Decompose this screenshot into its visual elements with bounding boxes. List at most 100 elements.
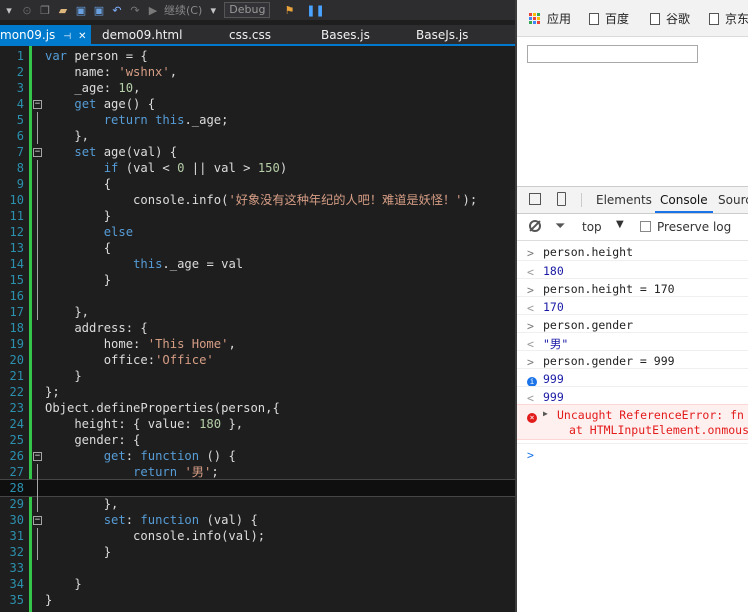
filter-icon[interactable]: ⏷	[555, 219, 565, 234]
code-line[interactable]: 6 },	[0, 128, 517, 144]
code-line[interactable]: 4 get age() {	[0, 96, 517, 112]
tab-mon09-js[interactable]: mon09.js ⊣ ✕	[0, 25, 91, 46]
tab-basejs-js[interactable]: BaseJs.js	[416, 25, 468, 46]
tab-sources[interactable]: Sources	[718, 187, 748, 213]
code-line[interactable]: 28	[0, 479, 517, 497]
code-line[interactable]: 2 name: 'wshnx',	[0, 64, 517, 80]
solution-config-select[interactable]: Debug	[224, 2, 271, 18]
page-icon	[709, 12, 719, 25]
code-line[interactable]: 5 return this._age;	[0, 112, 517, 128]
code-text: get: function () {	[103, 449, 236, 463]
code-line[interactable]: 14 this._age = val	[0, 256, 517, 272]
code-line[interactable]: 30 set: function (val) {	[0, 512, 517, 528]
code-line[interactable]: 7 set age(val) {	[0, 144, 517, 160]
save-all-icon[interactable]: ▣	[92, 3, 106, 17]
pin-icon[interactable]: ⊣	[63, 32, 71, 42]
bookmark-jd[interactable]: 京东	[709, 10, 748, 27]
code-line[interactable]: 25 gender: {	[0, 432, 517, 448]
code-line[interactable]: 22};	[0, 384, 517, 400]
context-select[interactable]: top	[582, 220, 602, 234]
line-number: 21	[9, 369, 24, 383]
code-text: else	[103, 225, 134, 239]
code-line[interactable]: 3 _age: 10,	[0, 80, 517, 96]
open-folder-icon[interactable]: ▰	[56, 3, 70, 17]
collapse-region-icon[interactable]: −	[33, 148, 42, 157]
code-line[interactable]: 11 }	[0, 208, 517, 224]
console-output-entry[interactable]: <170	[517, 296, 748, 315]
nav-dropdown-icon[interactable]: ▾	[2, 3, 16, 17]
start-debug-label[interactable]: 继续(C)	[164, 2, 202, 18]
forward-icon[interactable]: ⊙	[20, 3, 34, 17]
code-editor[interactable]: 1 var person = {2 name: 'wshnx', 3 _age: 1…	[0, 46, 517, 612]
result-arrow-icon: <	[527, 265, 534, 279]
tab-css-css[interactable]: css.css	[229, 25, 271, 46]
code-line[interactable]: 26 get: function () {	[0, 448, 517, 464]
console-output-entry[interactable]: < "男"	[517, 332, 748, 351]
collapse-region-icon[interactable]: −	[33, 100, 42, 109]
code-line[interactable]: 15 }	[0, 272, 517, 288]
bookmark-label: 谷歌	[666, 12, 691, 26]
fold-guide	[37, 528, 38, 560]
pause-icon[interactable]: ❚❚	[306, 3, 324, 17]
save-icon[interactable]: ▣	[74, 3, 88, 17]
expand-triangle-icon[interactable]: ▶	[543, 409, 548, 418]
tab-demo09-html[interactable]: demo09.html	[102, 25, 182, 46]
bookmark-apps[interactable]: 应用	[529, 10, 571, 27]
code-line[interactable]: 10 console.info('好象没有这种年纪的人吧！难道是妖怪！');	[0, 192, 517, 208]
console-input-entry[interactable]: > person.gender	[517, 314, 748, 333]
console-input-entry[interactable]: > person.height = 170	[517, 278, 748, 297]
code-line[interactable]: 29 },	[0, 496, 517, 512]
code-line[interactable]: 33	[0, 560, 517, 576]
line-number: 3	[16, 81, 24, 95]
close-icon[interactable]: ✕	[78, 31, 86, 42]
browser-link-icon[interactable]: ⚑	[282, 3, 296, 17]
start-debug-icon[interactable]: ▶	[146, 3, 160, 17]
code-line[interactable]: 9 {	[0, 176, 517, 192]
stack-trace-text[interactable]: at HTMLInputElement.onmouseover	[569, 423, 748, 437]
console-prompt[interactable]: >	[517, 443, 748, 462]
code-text: console.info('好象没有这种年纪的人吧！难道是妖怪！');	[45, 193, 478, 207]
tab-elements[interactable]: Elements	[596, 187, 652, 213]
code-line[interactable]: 12 else	[0, 224, 517, 240]
bookmark-google[interactable]: 谷歌	[650, 10, 690, 27]
inspect-element-icon[interactable]	[529, 193, 541, 205]
code-line[interactable]: 17 },	[0, 304, 517, 320]
code-line[interactable]: 1 var person = {	[0, 48, 517, 64]
context-dropdown-icon[interactable]: ▼	[616, 219, 624, 230]
redo-icon[interactable]: ↷	[128, 3, 142, 17]
line-number: 12	[9, 225, 24, 239]
new-project-icon[interactable]: ❐	[38, 3, 52, 17]
code-text: home: 'This Home',	[45, 337, 236, 351]
tab-bases-js[interactable]: Bases.js	[321, 25, 370, 46]
console-input-entry[interactable]: > person.gender = 999	[517, 350, 748, 369]
code-line[interactable]: 35}	[0, 592, 517, 608]
console-text: person.height	[543, 245, 634, 259]
console-output-entry[interactable]: <999	[517, 386, 748, 405]
code-line[interactable]: 32 }	[0, 544, 517, 560]
code-line[interactable]: 18 address: {	[0, 320, 517, 336]
code-line[interactable]: 31 console.info(val);	[0, 528, 517, 544]
code-line[interactable]: 27 return '男';	[0, 464, 517, 480]
preserve-log-checkbox[interactable]	[640, 221, 651, 232]
code-line[interactable]: 19 home: 'This Home',	[0, 336, 517, 352]
collapse-region-icon[interactable]: −	[33, 452, 42, 461]
collapse-region-icon[interactable]: −	[33, 516, 42, 525]
device-toolbar-icon[interactable]	[557, 192, 566, 206]
code-line[interactable]: 8 if (val < 0 || val > 150)	[0, 160, 517, 176]
code-line[interactable]: 16	[0, 288, 517, 304]
console-output-entry[interactable]: i 999	[517, 368, 748, 387]
code-line[interactable]: 24 height: { value: 180 },	[0, 416, 517, 432]
bookmark-baidu[interactable]: 百度	[589, 10, 629, 27]
code-line[interactable]: 20 office:'Office'	[0, 352, 517, 368]
console-output-entry[interactable]: <180	[517, 260, 748, 279]
chevron-down-icon[interactable]: ▾	[206, 3, 220, 17]
console-input-entry[interactable]: > person.height	[517, 242, 748, 260]
code-line[interactable]: 21 }	[0, 368, 517, 384]
code-line[interactable]: 13 {	[0, 240, 517, 256]
code-line[interactable]: 34 }	[0, 576, 517, 592]
undo-icon[interactable]: ↶	[110, 3, 124, 17]
code-line[interactable]: 23 Object.defineProperties(person,{	[0, 400, 517, 416]
page-text-input[interactable]	[527, 45, 698, 63]
tab-console[interactable]: Console	[655, 187, 713, 213]
console-error-entry[interactable]: × Uncaught ReferenceError: fn is not defi…	[517, 404, 748, 440]
